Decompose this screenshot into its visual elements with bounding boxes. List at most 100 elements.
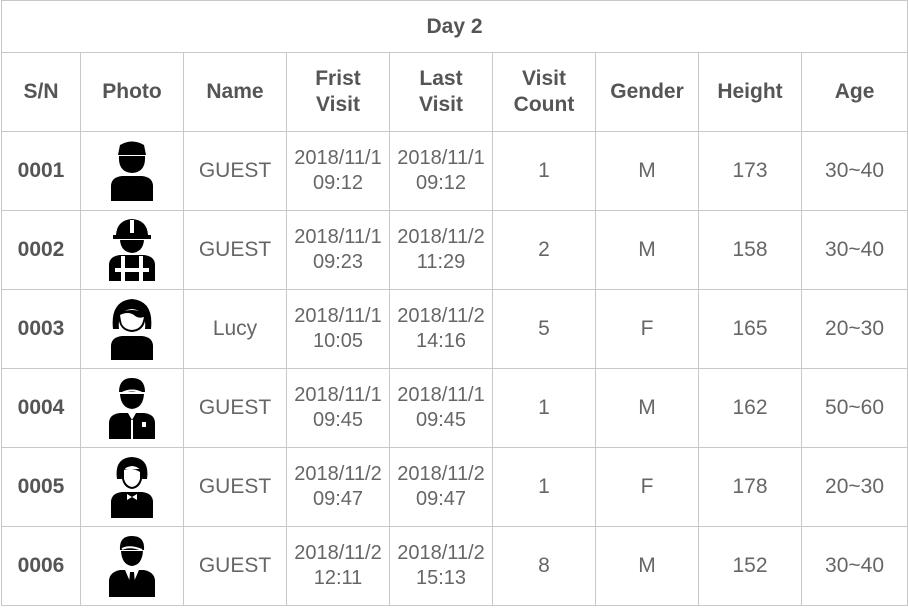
cell-last-visit: 2018/11/1 09:12 [389, 131, 493, 211]
cell-first-visit: 2018/11/2 09:47 [286, 447, 390, 527]
header-name: Name [183, 52, 287, 132]
cell-age: 50~60 [800, 368, 908, 448]
cell-visit-count: 8 [492, 526, 596, 606]
first-visit-date: 2018/11/1 [294, 147, 382, 169]
header-height: Height [698, 52, 802, 132]
table-row: 0006 GUEST 2018/11/2 12:11 2018/11/2 15:13 8 M 1… [1, 526, 908, 606]
last-visit-time: 11:29 [416, 251, 466, 273]
first-visit-date: 2018/11/1 [294, 226, 382, 248]
header-row: S/N Photo Name Frist Visit Last Visit Visi… [1, 52, 908, 132]
header-first-visit: Frist Visit [286, 52, 390, 132]
first-visit-date: 2018/11/2 [294, 463, 382, 485]
cell-height: 152 [698, 526, 802, 606]
cell-photo [80, 210, 184, 290]
cell-gender: M [595, 526, 699, 606]
cell-gender: M [595, 210, 699, 290]
cell-visit-count: 1 [492, 368, 596, 448]
cell-sn: 0002 [1, 210, 81, 290]
cell-height: 158 [698, 210, 802, 290]
last-visit-time: 14:16 [415, 330, 467, 352]
cell-gender: M [595, 368, 699, 448]
last-visit-date: 2018/11/2 [397, 226, 485, 248]
first-visit-time: 09:12 [312, 172, 364, 194]
visitor-table-container: Day 2 S/N Photo Name Frist Visit Last Visi… [0, 0, 908, 609]
cell-height: 178 [698, 447, 802, 527]
businessman-icon [109, 536, 155, 597]
cell-name: GUEST [183, 526, 287, 606]
last-visit-time: 09:45 [415, 409, 467, 431]
cell-gender: F [595, 447, 699, 527]
table-row: 0002 GUEST 2018/11/1 09:23 2018/11/2 11:29 2 M 1… [1, 210, 908, 290]
header-visit-count-line2: Count [513, 93, 575, 116]
cell-last-visit: 2018/11/2 11:29 [389, 210, 493, 290]
last-visit-time: 15:13 [415, 567, 467, 589]
last-visit-date: 2018/11/1 [397, 147, 485, 169]
cell-sn: 0003 [1, 289, 81, 369]
cell-last-visit: 2018/11/2 15:13 [389, 526, 493, 606]
cell-age: 20~30 [800, 289, 908, 369]
cell-age: 20~30 [800, 447, 908, 527]
header-visit-count-line1: Visit [522, 67, 566, 90]
last-visit-date: 2018/11/2 [397, 305, 485, 327]
cell-gender: F [595, 289, 699, 369]
cell-visit-count: 5 [492, 289, 596, 369]
cell-age: 30~40 [800, 131, 908, 211]
last-visit-date: 2018/11/2 [397, 463, 485, 485]
first-visit-time: 12:11 [313, 567, 363, 589]
header-first-visit-line2: Visit [316, 93, 360, 116]
cell-gender: M [595, 131, 699, 211]
table-row: 0003 Lucy 2018/11/1 10:05 2018/11/2 14:16 5 F 16… [1, 289, 908, 369]
cell-name: GUEST [183, 210, 287, 290]
first-visit-time: 09:47 [312, 488, 364, 510]
waitress-icon [111, 457, 153, 518]
cell-first-visit: 2018/11/1 10:05 [286, 289, 390, 369]
cell-name: GUEST [183, 447, 287, 527]
last-visit-time: 09:47 [415, 488, 467, 510]
cell-photo [80, 368, 184, 448]
last-visit-date: 2018/11/2 [397, 542, 485, 564]
cell-name: GUEST [183, 131, 287, 211]
cell-photo [80, 289, 184, 369]
cell-age: 30~40 [800, 526, 908, 606]
cell-age: 30~40 [800, 210, 908, 290]
cell-last-visit: 2018/11/2 14:16 [389, 289, 493, 369]
cell-first-visit: 2018/11/1 09:12 [286, 131, 390, 211]
first-visit-date: 2018/11/2 [294, 542, 382, 564]
worker-cap-person-icon [111, 141, 153, 201]
cell-visit-count: 1 [492, 131, 596, 211]
header-first-visit-line1: Frist [315, 67, 361, 90]
header-last-visit-line2: Visit [419, 93, 463, 116]
cell-last-visit: 2018/11/2 09:47 [389, 447, 493, 527]
cell-visit-count: 2 [492, 210, 596, 290]
first-visit-date: 2018/11/1 [294, 305, 382, 327]
cell-height: 165 [698, 289, 802, 369]
cell-photo [80, 526, 184, 606]
header-photo: Photo [80, 52, 184, 132]
cell-height: 162 [698, 368, 802, 448]
cell-sn: 0004 [1, 368, 81, 448]
last-visit-date: 2018/11/1 [397, 384, 485, 406]
first-visit-time: 09:45 [312, 409, 364, 431]
header-age: Age [800, 52, 908, 132]
header-visit-count: Visit Count [492, 52, 596, 132]
table-row: 0004 GUEST 2018/11/1 09:45 2018/11/1 09:45 1 M 1… [1, 368, 908, 448]
cell-first-visit: 2018/11/1 09:23 [286, 210, 390, 290]
first-visit-date: 2018/11/1 [294, 384, 382, 406]
table-row: 0005 GUEST 2018/11/2 09:47 2018/11/2 09:47 1 F 1… [1, 447, 908, 527]
cell-name: Lucy [183, 289, 287, 369]
construction-worker-icon [109, 219, 155, 281]
last-visit-time: 09:12 [415, 172, 467, 194]
table-row: 0001 GUEST 2018/11/1 09:12 2018/11/1 09:12 1 M 1… [1, 131, 908, 211]
woman-icon [111, 299, 153, 360]
header-gender: Gender [595, 52, 699, 132]
header-last-visit: Last Visit [389, 52, 493, 132]
cell-sn: 0001 [1, 131, 81, 211]
cell-photo [80, 447, 184, 527]
cell-sn: 0005 [1, 447, 81, 527]
header-sn: S/N [1, 52, 81, 132]
doctor-icon [109, 378, 155, 439]
cell-height: 173 [698, 131, 802, 211]
cell-visit-count: 1 [492, 447, 596, 527]
cell-first-visit: 2018/11/1 09:45 [286, 368, 390, 448]
header-last-visit-line1: Last [419, 67, 463, 90]
